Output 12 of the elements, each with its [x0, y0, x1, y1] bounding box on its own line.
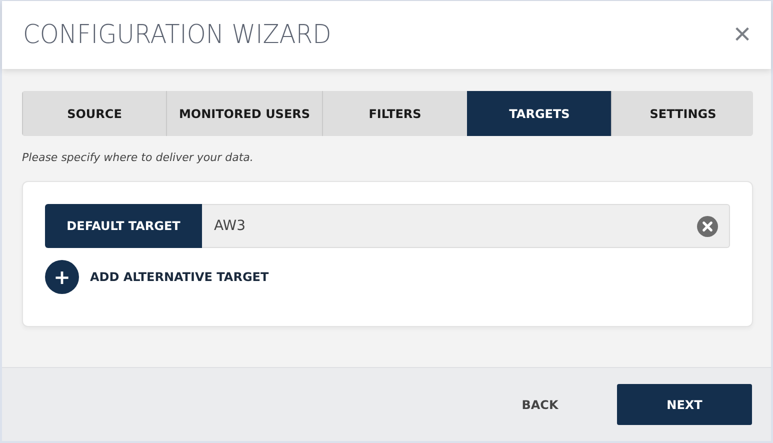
- back-button[interactable]: BACK: [482, 384, 598, 425]
- target-label: DEFAULT TARGET: [45, 204, 202, 248]
- clear-icon[interactable]: [697, 216, 718, 236]
- target-field[interactable]: AW3: [202, 204, 730, 248]
- tab[interactable]: TARGETS: [467, 91, 611, 136]
- instruction-text: Please specify where to deliver your data.: [22, 151, 254, 164]
- add-button[interactable]: +: [45, 260, 79, 294]
- next-button[interactable]: NEXT: [617, 384, 752, 425]
- tab[interactable]: SETTINGS: [611, 91, 753, 136]
- add-target-link[interactable]: ADD ALTERNATIVE TARGET: [90, 270, 269, 284]
- window-title: CONFIGURATION WIZARD: [23, 20, 332, 50]
- close-button[interactable]: ×: [731, 20, 753, 50]
